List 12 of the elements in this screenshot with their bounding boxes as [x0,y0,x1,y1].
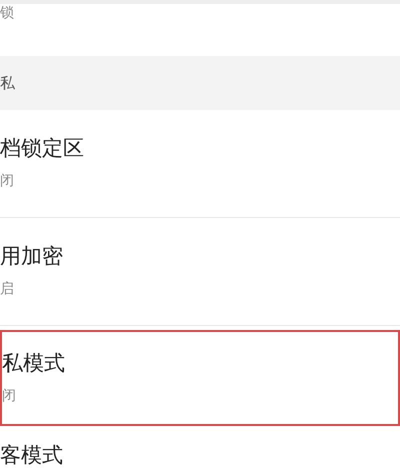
setting-value: 闭 [2,388,17,404]
highlighted-setting-row[interactable]: 私模式 闭 [0,330,400,426]
setting-row[interactable]: 用加密 启 [0,218,400,326]
setting-title: 档锁定区 [0,137,85,160]
setting-title: 客模式 [0,444,64,468]
setting-title: 用加密 [0,245,64,268]
section-title: 私 [0,74,15,92]
setting-value: 启 [0,282,15,298]
setting-value: 闭 [0,174,15,190]
setting-row[interactable]: 档锁定区 闭 [0,110,400,218]
setting-value: 锁 [0,6,14,22]
setting-title: 私模式 [2,352,66,375]
